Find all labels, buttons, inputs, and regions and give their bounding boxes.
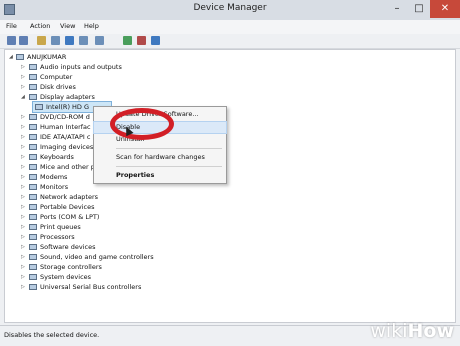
expand-arrow-icon[interactable]: ▷ — [21, 172, 27, 182]
expand-arrow-icon[interactable]: ▷ — [21, 112, 27, 122]
menu-action[interactable]: Action — [30, 22, 50, 30]
update-icon[interactable] — [51, 36, 60, 45]
menu-bar: File Action View Help — [0, 20, 460, 34]
expand-arrow-icon[interactable]: ▷ — [21, 82, 27, 92]
expand-arrow-icon[interactable]: ▷ — [21, 192, 27, 202]
menu-separator — [116, 148, 222, 149]
expand-arrow-icon[interactable]: ▷ — [21, 132, 27, 142]
expand-arrow-icon[interactable]: ◢ — [21, 92, 27, 102]
expand-arrow-icon[interactable]: ◢ — [9, 52, 15, 62]
menu-item-scan[interactable]: Scan for hardware changes — [94, 152, 226, 163]
forward-icon[interactable] — [19, 36, 28, 45]
menu-item-properties[interactable]: Properties — [94, 170, 226, 181]
device-icon — [29, 154, 37, 160]
expand-arrow-icon[interactable]: ▷ — [21, 242, 27, 252]
expand-arrow-icon[interactable]: ▷ — [21, 152, 27, 162]
expand-arrow-icon[interactable]: ▷ — [21, 222, 27, 232]
menu-file[interactable]: File — [6, 22, 17, 30]
device-icon — [29, 184, 37, 190]
highlight-ellipse — [110, 108, 174, 140]
device-tree: ◢ ANUJKUMAR ▷ Audio inputs and outputs ▷ C… — [4, 49, 456, 323]
expand-arrow-icon[interactable]: ▷ — [21, 72, 27, 82]
expand-arrow-icon[interactable]: ▷ — [21, 252, 27, 262]
device-icon — [29, 284, 37, 290]
device-icon — [29, 274, 37, 280]
device-icon — [29, 204, 37, 210]
expand-arrow-icon[interactable]: ▷ — [21, 212, 27, 222]
menu-help[interactable]: Help — [84, 22, 99, 30]
device-icon — [29, 124, 37, 130]
properties-icon[interactable] — [37, 36, 46, 45]
monitor-icon[interactable] — [95, 36, 104, 45]
device-icon — [29, 264, 37, 270]
expand-arrow-icon[interactable]: ▷ — [21, 142, 27, 152]
scan-hardware-icon[interactable] — [123, 36, 132, 45]
device-icon — [29, 114, 37, 120]
device-icon — [29, 94, 37, 100]
device-icon — [29, 174, 37, 180]
expand-arrow-icon[interactable]: ▷ — [21, 62, 27, 72]
show-hidden-icon[interactable] — [79, 36, 88, 45]
status-text: Disables the selected device. — [4, 331, 100, 339]
device-icon — [29, 224, 37, 230]
device-manager-window: Device Manager – □ ✕ File Action View He… — [0, 0, 460, 346]
expand-arrow-icon[interactable]: ▷ — [21, 262, 27, 272]
device-icon — [29, 164, 37, 170]
expand-arrow-icon[interactable]: ▷ — [21, 162, 27, 172]
device-icon — [29, 244, 37, 250]
expand-arrow-icon[interactable]: ▷ — [21, 272, 27, 282]
expand-arrow-icon[interactable]: ▷ — [21, 182, 27, 192]
device-icon — [29, 74, 37, 80]
minimize-button[interactable]: – — [386, 0, 408, 18]
back-icon[interactable] — [7, 36, 16, 45]
expand-arrow-icon[interactable]: ▷ — [21, 202, 27, 212]
device-icon — [29, 214, 37, 220]
display-adapter-icon — [35, 104, 43, 110]
device-icon — [29, 254, 37, 260]
expand-arrow-icon[interactable]: ▷ — [21, 122, 27, 132]
menu-view[interactable]: View — [60, 22, 75, 30]
device-icon — [29, 234, 37, 240]
device-icon — [29, 134, 37, 140]
expand-arrow-icon[interactable]: ▷ — [21, 282, 27, 292]
maximize-button[interactable]: □ — [408, 0, 430, 18]
help-icon[interactable] — [65, 36, 74, 45]
title-bar: Device Manager – □ ✕ — [0, 0, 460, 20]
uninstall-icon[interactable] — [137, 36, 146, 45]
wikihow-watermark: wikiHow — [370, 320, 454, 342]
device-icon — [29, 84, 37, 90]
close-button[interactable]: ✕ — [430, 0, 460, 18]
enable-device-icon[interactable] — [151, 36, 160, 45]
menu-separator — [116, 166, 222, 167]
computer-icon — [16, 54, 24, 60]
device-icon — [29, 144, 37, 150]
expand-arrow-icon[interactable]: ▷ — [21, 232, 27, 242]
device-icon — [29, 64, 37, 70]
toolbar — [0, 34, 460, 49]
device-icon — [29, 194, 37, 200]
